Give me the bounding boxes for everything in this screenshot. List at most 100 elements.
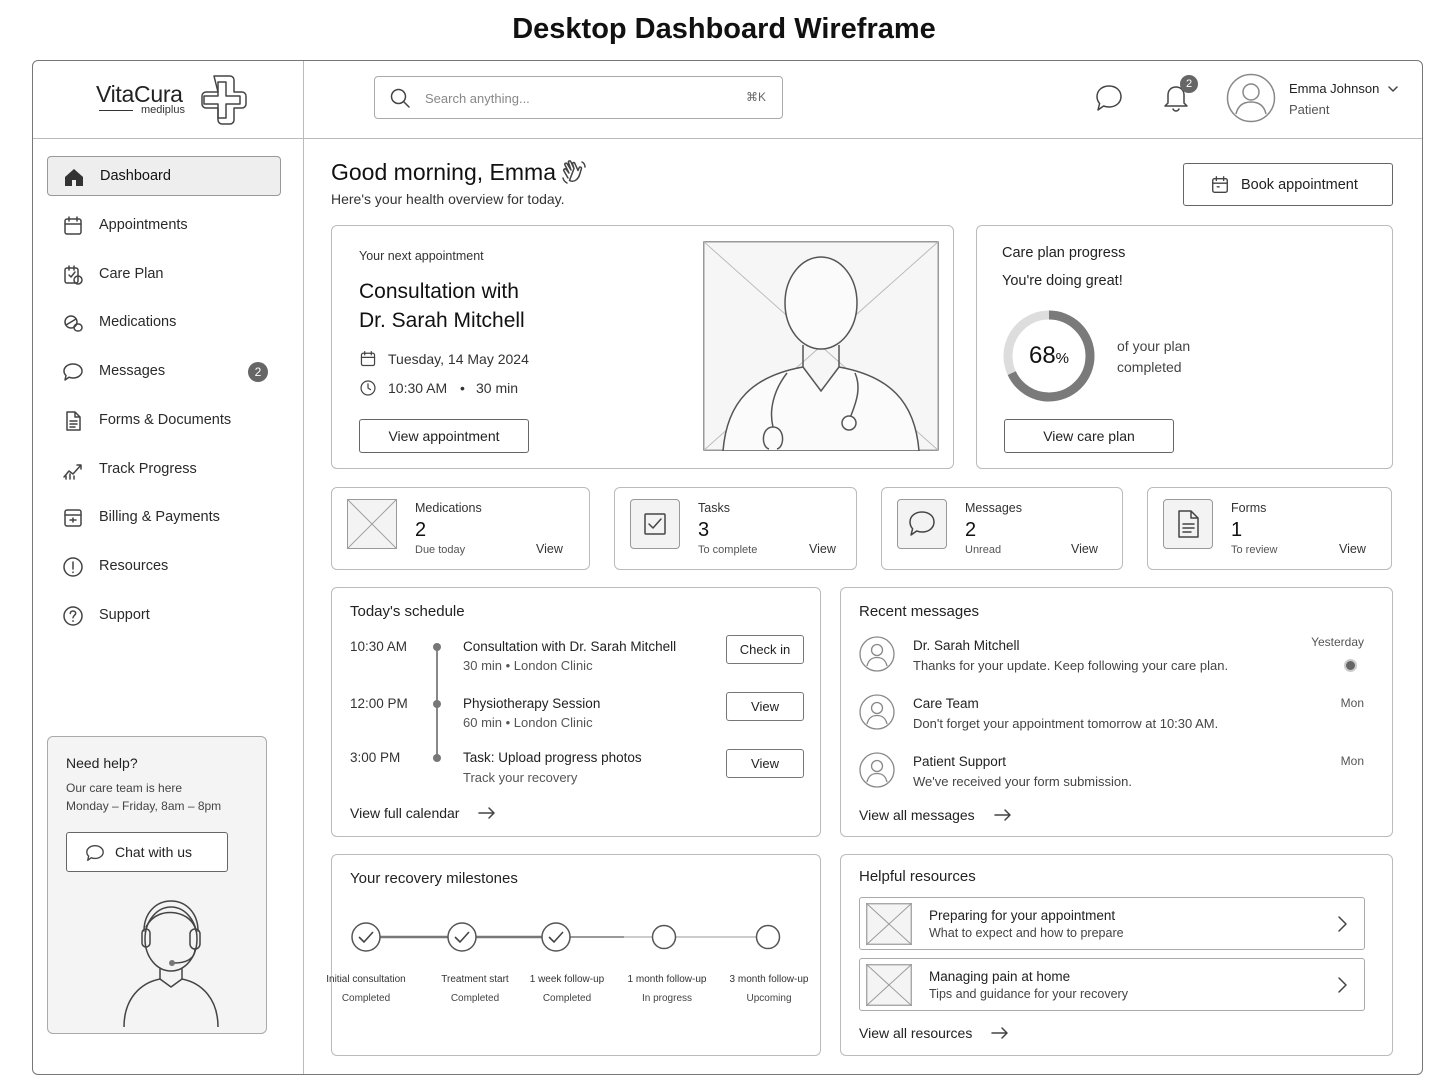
user-name[interactable]: Emma Johnson xyxy=(1289,81,1379,96)
view-schedule-item-button[interactable]: View xyxy=(726,749,804,778)
pill-icon xyxy=(64,315,83,332)
search-input[interactable] xyxy=(425,88,715,108)
document-icon xyxy=(66,411,81,431)
view-all-resources-link[interactable]: View all resources xyxy=(859,1025,972,1041)
resource-subtitle: What to expect and how to prepare xyxy=(929,926,1124,940)
arrow-right-icon[interactable] xyxy=(991,1026,1009,1040)
sidebar-item-care-plan[interactable]: Care Plan xyxy=(47,255,281,295)
schedule-item-title: Task: Upload progress photos xyxy=(463,750,642,765)
view-all-messages-link[interactable]: View all messages xyxy=(859,807,975,823)
message-sender[interactable]: Dr. Sarah Mitchell xyxy=(913,638,1020,653)
next-appointment-card: Your next appointment Consultation with … xyxy=(331,225,954,469)
message-time: Mon xyxy=(1340,696,1364,710)
view-full-calendar-link[interactable]: View full calendar xyxy=(350,805,459,821)
message-preview[interactable]: Don't forget your appointment tomorrow a… xyxy=(913,716,1218,731)
search-box[interactable]: ⌘K xyxy=(374,76,783,119)
stat-view-link[interactable]: View xyxy=(536,542,563,556)
stat-label: Messages xyxy=(965,501,1022,515)
brand-logo[interactable]: VitaCura mediplus xyxy=(33,61,304,139)
messages-stat-card[interactable]: Messages 2 Unread View xyxy=(881,487,1123,570)
sidebar-item-resources[interactable]: Resources xyxy=(47,547,281,587)
stat-value: 2 xyxy=(965,519,977,541)
view-appointment-button[interactable]: View appointment xyxy=(359,419,529,453)
unread-indicator xyxy=(1344,659,1357,672)
stat-view-link[interactable]: View xyxy=(1071,542,1098,556)
sidebar: VitaCura mediplus Dashboard Appointments… xyxy=(33,61,304,1074)
calendar-icon xyxy=(360,351,376,367)
view-schedule-item-button[interactable]: View xyxy=(726,692,804,721)
sidebar-item-billing-payments[interactable]: Billing & Payments xyxy=(47,498,281,538)
stat-view-link[interactable]: View xyxy=(809,542,836,556)
message-preview[interactable]: Thanks for your update. Keep following y… xyxy=(913,658,1228,673)
search-icon xyxy=(390,88,410,108)
chat-bubble-icon[interactable] xyxy=(1094,83,1124,113)
tasks-stat-card[interactable]: Tasks 3 To complete View xyxy=(614,487,857,570)
arrow-right-icon[interactable] xyxy=(994,808,1012,822)
check-in-button[interactable]: Check in xyxy=(726,635,804,664)
resource-title: Preparing for your appointment xyxy=(929,908,1116,923)
sidebar-item-medications[interactable]: Medications xyxy=(47,303,281,343)
message-preview[interactable]: We've received your form submission. xyxy=(913,774,1132,789)
sidebar-item-dashboard[interactable]: Dashboard xyxy=(47,156,281,196)
care-plan-desc: completed xyxy=(1117,359,1182,375)
sidebar-item-label: Messages xyxy=(99,363,166,379)
message-sender[interactable]: Care Team xyxy=(913,696,979,711)
milestone-status: Completed xyxy=(341,993,391,1004)
milestone-name: 3 month follow-up xyxy=(729,974,809,985)
stat-label: Medications xyxy=(415,501,482,515)
milestone-name: 1 month follow-up xyxy=(627,974,707,985)
sidebar-item-track-progress[interactable]: Track Progress xyxy=(47,450,281,490)
view-care-plan-button[interactable]: View care plan xyxy=(1004,419,1174,453)
document-icon xyxy=(1178,510,1199,538)
arrow-right-icon[interactable] xyxy=(478,806,496,820)
sidebar-item-appointments[interactable]: Appointments xyxy=(47,206,281,246)
image-placeholder-icon xyxy=(347,499,397,549)
book-appointment-button[interactable]: Book appointment xyxy=(1183,163,1393,206)
help-text: Our care team is here xyxy=(66,781,183,795)
resource-item[interactable]: Preparing for your appointment What to e… xyxy=(859,897,1365,950)
stat-sub: Due today xyxy=(415,544,466,556)
chat-with-us-button[interactable]: Chat with us xyxy=(66,832,228,872)
help-hours: Monday – Friday, 8am – 8pm xyxy=(66,799,222,813)
sidebar-item-forms-documents[interactable]: Forms & Documents xyxy=(47,401,281,441)
clock-icon xyxy=(360,380,376,396)
milestone-in-progress-icon xyxy=(651,924,677,950)
sidebar-item-messages[interactable]: Messages 2 xyxy=(47,352,281,392)
book-appointment-label: Book appointment xyxy=(1241,177,1358,193)
milestone-completed-icon xyxy=(541,922,571,952)
milestone-name: Initial consultation xyxy=(326,974,406,985)
milestone-status: In progress xyxy=(641,993,693,1004)
calendar-icon xyxy=(1212,176,1228,193)
message-time: Mon xyxy=(1340,754,1364,768)
appointment-doctor: Dr. Sarah Mitchell xyxy=(359,309,525,332)
avatar[interactable] xyxy=(1226,73,1276,123)
resource-title: Managing pain at home xyxy=(929,969,1071,984)
milestones-title: Your recovery milestones xyxy=(350,870,518,887)
home-icon xyxy=(65,169,83,186)
stat-sub: To review xyxy=(1231,544,1278,556)
forms-stat-card[interactable]: Forms 1 To review View xyxy=(1147,487,1392,570)
next-appointment-label: Your next appointment xyxy=(359,249,484,263)
billing-icon xyxy=(64,509,82,527)
resource-item[interactable]: Managing pain at home Tips and guidance … xyxy=(859,958,1365,1011)
schedule-item-meta: 60 min • London Clinic xyxy=(463,715,593,730)
chat-icon-tile xyxy=(897,499,947,549)
percent-sign: % xyxy=(1055,350,1070,367)
messages-title: Recent messages xyxy=(859,603,980,620)
sidebar-item-support[interactable]: Support xyxy=(47,596,281,636)
schedule-item-meta: 30 min • London Clinic xyxy=(463,658,593,673)
message-sender[interactable]: Patient Support xyxy=(913,754,1006,769)
stat-view-link[interactable]: View xyxy=(1339,542,1366,556)
image-placeholder-icon xyxy=(866,903,912,945)
page-title: Desktop Dashboard Wireframe xyxy=(512,13,936,45)
resources-title: Helpful resources xyxy=(859,868,976,885)
chat-icon xyxy=(86,845,104,861)
medications-stat-card[interactable]: Medications 2 Due today View xyxy=(331,487,590,570)
milestone-completed-icon xyxy=(447,922,477,952)
sidebar-item-label: Medications xyxy=(99,314,177,330)
avatar xyxy=(859,694,895,730)
recovery-milestones-card: Your recovery milestones Initial consult… xyxy=(326,854,821,1056)
timeline-dot xyxy=(433,700,441,708)
chevron-down-icon[interactable] xyxy=(1387,84,1399,94)
chevron-right-icon xyxy=(1338,916,1347,932)
